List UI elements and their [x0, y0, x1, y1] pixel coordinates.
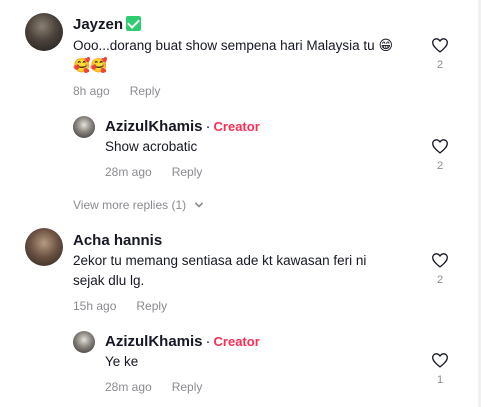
reply-meta: 28m ago Reply [105, 380, 202, 394]
like-heart-icon[interactable] [431, 352, 449, 368]
reply-text: Ye ke [105, 354, 139, 369]
timestamp: 28m ago [105, 165, 152, 179]
reply-author-name[interactable]: AzizulKhamis · Creator [105, 333, 260, 350]
reply-button[interactable]: Reply [172, 165, 203, 179]
comment-text: 2ekor tu memang sentiasa ade kt kawasan … [73, 253, 367, 288]
like-heart-icon[interactable] [431, 37, 449, 53]
verified-icon [126, 16, 142, 31]
reply-button[interactable]: Reply [172, 380, 203, 394]
smiling-hearts-emoji-icon: 🥰🥰 [73, 57, 108, 73]
timestamp: 15h ago [73, 299, 117, 313]
avatar[interactable] [73, 116, 95, 138]
reply-author-name[interactable]: AzizulKhamis · Creator [105, 118, 260, 135]
avatar[interactable] [25, 13, 63, 51]
like-count: 2 [436, 274, 444, 286]
commenter-name[interactable]: Acha hannis [73, 232, 162, 249]
creator-badge: Creator [213, 119, 260, 134]
reply-text: Show acrobatic [105, 139, 198, 154]
comment-text: Ooo...dorang buat show sempena hari Mala… [73, 37, 394, 73]
comment-meta: 8h ago Reply [73, 84, 160, 98]
like-heart-icon[interactable] [431, 252, 449, 268]
avatar[interactable] [25, 228, 63, 266]
grin-emoji-icon: 😁 [378, 37, 394, 53]
comment-meta: 15h ago Reply [73, 299, 167, 313]
like-count: 1 [436, 374, 444, 386]
timestamp: 28m ago [105, 380, 152, 394]
commenter-name[interactable]: Jayzen [73, 16, 142, 33]
chevron-down-icon [194, 202, 203, 208]
like-count: 2 [436, 160, 444, 172]
view-more-replies-button[interactable]: View more replies (1) [73, 198, 204, 212]
avatar[interactable] [73, 331, 95, 353]
like-heart-icon[interactable] [431, 138, 449, 154]
reply-button[interactable]: Reply [130, 84, 161, 98]
creator-badge: Creator [213, 334, 260, 349]
like-count: 2 [436, 59, 444, 71]
timestamp: 8h ago [73, 84, 110, 98]
reply-meta: 28m ago Reply [105, 165, 202, 179]
reply-button[interactable]: Reply [136, 299, 167, 313]
